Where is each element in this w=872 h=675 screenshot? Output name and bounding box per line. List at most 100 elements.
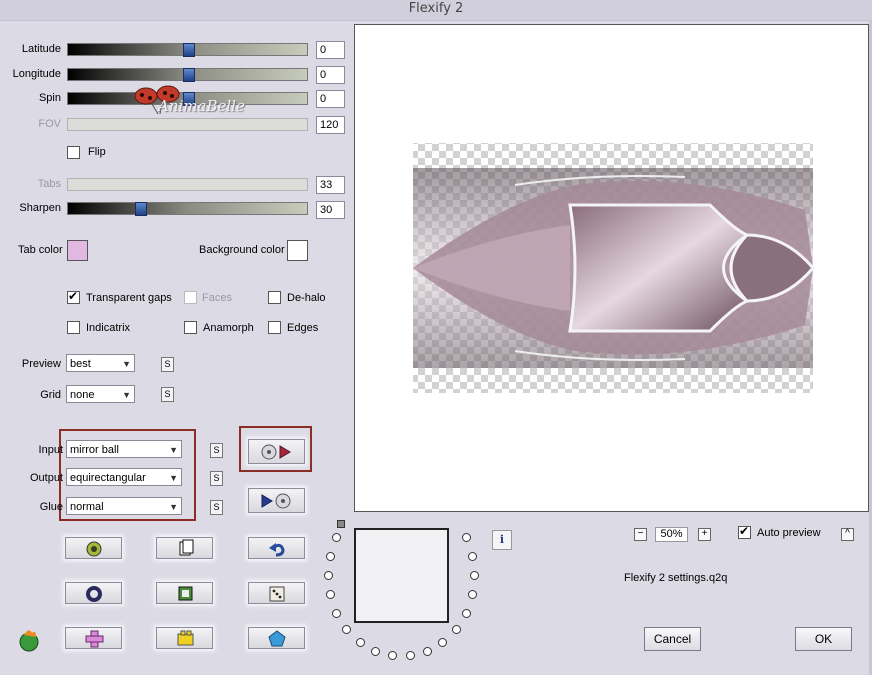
ok-button[interactable]: OK [795,627,852,651]
auto-preview-checkbox[interactable]: ✔ [738,524,751,539]
flexify-preview-image [413,143,815,393]
input-s-button[interactable]: S [210,443,223,458]
background-color-swatch[interactable] [287,240,308,261]
fov-value-field[interactable]: 120 [316,116,345,134]
auto-preview-checkmark: ✔ [739,524,750,538]
faces-checkbox [184,291,197,304]
faces-label: Faces [202,292,232,304]
glue-value: normal [70,501,104,513]
grid-value: none [70,389,95,401]
info-icon[interactable]: i [492,530,512,550]
ring-icon [86,586,102,602]
undo-button[interactable] [248,537,305,559]
tab-color-swatch[interactable] [67,240,88,261]
longitude-value-field[interactable]: 0 [316,66,345,84]
dial-dot[interactable] [467,590,477,600]
indicatrix-label: Indicatrix [86,322,131,334]
expand-panel-button[interactable]: ^ [841,528,854,541]
brick-shape-button[interactable] [156,627,213,649]
navigator-thumbnail[interactable] [354,528,449,623]
output-s-button[interactable]: S [210,471,223,486]
dial-dot[interactable] [388,651,398,661]
chevron-down-icon: ▼ [169,502,178,512]
dial-dot[interactable] [470,571,479,580]
preview-canvas[interactable] [354,24,869,512]
settings-file-name: Flexify 2 settings.q2q [624,572,728,584]
latitude-value-field[interactable]: 0 [316,41,345,59]
grid-select[interactable]: none ▼ [66,385,135,403]
random-dice-button[interactable] [248,582,305,604]
anamorph-checkbox[interactable] [184,321,197,334]
dial-dot[interactable] [342,624,352,634]
tabs-label: Tabs [37,178,61,190]
ring-shape-button[interactable] [65,582,122,604]
watermark-text: AnimaBelle [158,97,245,115]
dial-dot[interactable] [326,590,336,600]
indicatrix-checkbox[interactable] [67,321,80,334]
dial-dot[interactable] [371,646,381,656]
zoom-level-field[interactable]: 50% [655,527,688,542]
de-halo-checkbox[interactable] [268,291,281,304]
copy-button[interactable] [156,537,213,559]
preview-quality-s-button[interactable]: S [161,357,174,372]
yellow-brick-icon [177,630,194,646]
latitude-slider-thumb[interactable] [182,43,195,57]
chevron-down-icon: ▼ [122,390,131,400]
dial-dot[interactable] [332,608,342,618]
longitude-label: Longitude [12,68,61,80]
flexify-logo-icon [16,627,42,653]
input-select[interactable]: mirror ball ▼ [66,440,182,458]
flip-label: Flip [88,146,106,158]
edges-label: Edges [287,322,319,334]
glue-select[interactable]: normal ▼ [66,497,182,515]
dial-dot[interactable] [438,637,448,647]
chevron-down-icon: ▼ [122,359,131,369]
dial-dot[interactable] [461,608,471,618]
window-title: Flexify 2 [408,1,464,16]
glue-s-button[interactable]: S [210,500,223,515]
random-preset-button[interactable] [65,537,122,559]
flip-checkbox[interactable] [67,146,80,159]
pentagon-gem-icon [268,630,286,647]
sharpen-slider-thumb[interactable] [134,202,147,216]
anamorph-label: Anamorph [203,322,254,334]
grid-s-button[interactable]: S [161,387,174,402]
spin-value-field[interactable]: 0 [316,90,345,108]
cancel-button[interactable]: Cancel [644,627,701,651]
sharpen-slider[interactable] [67,202,308,216]
dial-dot[interactable] [326,551,336,561]
transparent-gaps-checkbox[interactable]: ✔ [67,289,80,304]
de-halo-label: De-halo [287,292,326,304]
transparent-gaps-checkmark: ✔ [68,289,79,303]
dial-dot[interactable] [324,571,333,580]
dial-dot[interactable] [451,624,461,634]
dial-handle[interactable] [337,520,345,528]
pentagon-shape-button[interactable] [248,627,305,649]
transparent-gaps-label: Transparent gaps [86,292,172,304]
output-select[interactable]: equirectangular ▼ [66,468,182,486]
longitude-slider[interactable] [67,68,308,82]
dial-dot[interactable] [422,646,432,656]
preview-quality-select[interactable]: best ▼ [66,354,135,372]
pink-cross-icon [85,630,104,648]
sharpen-value-field[interactable]: 30 [316,201,345,219]
cross-shape-button[interactable] [65,627,122,649]
swap-input-output-button[interactable] [248,439,305,464]
zoom-in-button[interactable]: + [698,528,711,541]
tabs-value-field[interactable]: 33 [316,176,345,194]
glue-label: Glue [39,501,63,513]
swap-output-input-button[interactable] [248,488,305,513]
output-label: Output [29,472,63,484]
longitude-slider-thumb[interactable] [182,68,195,82]
latitude-slider[interactable] [67,43,308,57]
chevron-down-icon: ▼ [169,473,178,483]
dial-dot[interactable] [355,637,365,647]
dial-dot[interactable] [405,651,415,661]
auto-preview-label: Auto preview [757,527,821,539]
square-frame-button[interactable] [156,582,213,604]
dial-dot[interactable] [467,551,477,561]
dial-dot[interactable] [461,533,471,543]
zoom-out-button[interactable]: − [634,528,647,541]
dial-dot[interactable] [332,533,342,543]
edges-checkbox[interactable] [268,321,281,334]
